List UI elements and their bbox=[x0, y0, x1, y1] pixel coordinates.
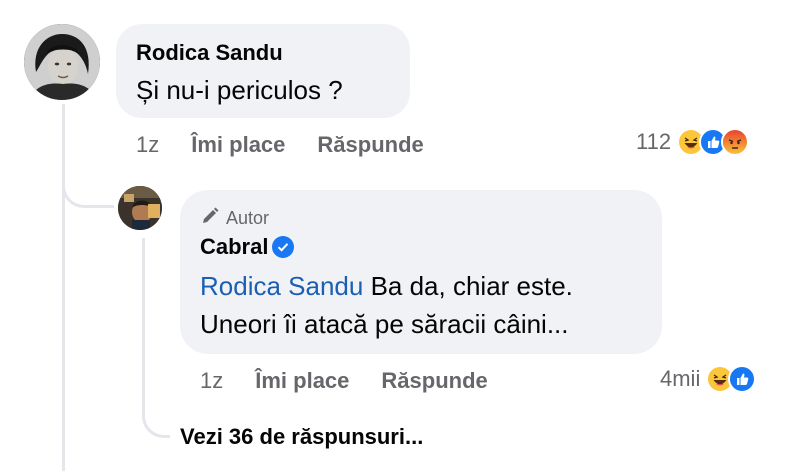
view-replies-connector bbox=[142, 406, 170, 438]
comment-bubble: Rodica Sandu Și nu-i periculos ? bbox=[116, 24, 410, 118]
comment-time[interactable]: 1z bbox=[136, 132, 159, 158]
comment-text: Și nu-i periculos ? bbox=[136, 75, 343, 105]
verified-badge-icon bbox=[272, 236, 295, 258]
reply-avatar-photo bbox=[118, 186, 162, 230]
angry-icon bbox=[721, 128, 750, 156]
reply-text-line2: Uneori îi atacă pe săracii câini... bbox=[200, 309, 569, 339]
reaction-count: 112 bbox=[636, 129, 672, 154]
reply-time[interactable]: 1z bbox=[200, 368, 223, 394]
view-replies-link[interactable]: Vezi 36 de răspunsuri... bbox=[180, 424, 423, 450]
reply-like-button[interactable]: Îmi place bbox=[255, 368, 349, 394]
mention-link[interactable]: Rodica Sandu bbox=[200, 271, 363, 301]
reply-reaction-count: 4mii bbox=[660, 366, 701, 391]
reply-text-line1: Rodica Sandu Ba da, chiar este. bbox=[200, 268, 573, 304]
thread-connector bbox=[62, 180, 114, 208]
reply-text: Ba da, chiar este. bbox=[363, 271, 573, 301]
reply-thread-line bbox=[142, 238, 145, 418]
pencil-icon bbox=[200, 206, 220, 231]
like-icon bbox=[728, 365, 757, 393]
comment-actions: 1z Îmi place Răspunde bbox=[136, 132, 424, 158]
reply-avatar[interactable] bbox=[118, 186, 162, 230]
avatar-photo bbox=[24, 24, 100, 100]
avatar[interactable] bbox=[24, 24, 100, 100]
author-badge-label: Autor bbox=[226, 208, 270, 228]
reply-author-row: Cabral bbox=[200, 234, 295, 260]
reply-reply-button[interactable]: Răspunde bbox=[381, 368, 487, 394]
reply-actions: 1z Îmi place Răspunde bbox=[200, 368, 488, 394]
comment-reactions[interactable]: 112 bbox=[636, 128, 750, 156]
reply-reactions[interactable]: 4mii bbox=[660, 365, 757, 393]
like-button[interactable]: Îmi place bbox=[191, 132, 285, 158]
reply-button[interactable]: Răspunde bbox=[317, 132, 423, 158]
comment-author[interactable]: Rodica Sandu bbox=[136, 40, 283, 66]
author-badge: Autor bbox=[200, 206, 269, 231]
thread-line bbox=[62, 104, 65, 471]
reply-author[interactable]: Cabral bbox=[200, 234, 268, 260]
